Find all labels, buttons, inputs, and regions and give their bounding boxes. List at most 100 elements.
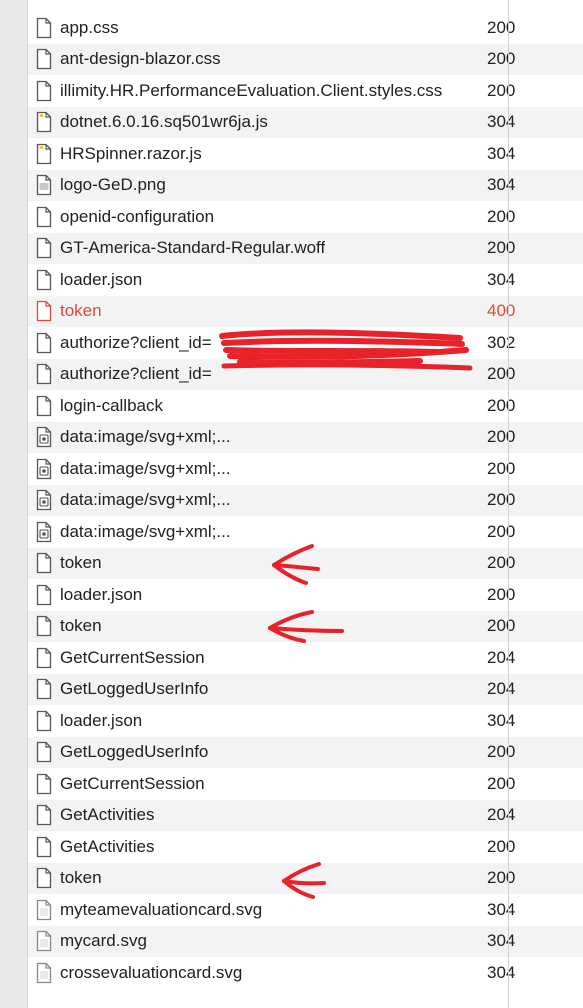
table-row[interactable]: data:image/svg+xml;... 200: [28, 484, 583, 516]
name-cell[interactable]: GetCurrentSession: [36, 642, 481, 673]
name-cell[interactable]: GetActivities: [36, 800, 481, 831]
name-cell[interactable]: token: [36, 296, 481, 327]
name-cell[interactable]: myteamevaluationcard.svg: [36, 894, 481, 925]
request-name: ant-design-blazor.css: [60, 49, 221, 68]
status-code: 200: [487, 773, 516, 793]
name-cell[interactable]: token: [36, 611, 481, 642]
name-cell[interactable]: authorize?client_id=: [36, 359, 481, 390]
name-cell[interactable]: loader.json: [36, 264, 481, 295]
file-icon: [36, 867, 52, 889]
table-row[interactable]: loader.json 200: [28, 579, 583, 610]
table-row[interactable]: loader.json 304: [28, 705, 583, 736]
svg-file-icon: [36, 458, 52, 479]
request-name: myteamevaluationcard.svg: [60, 899, 263, 919]
table-row[interactable]: GetLoggedUserInfo 200: [28, 736, 583, 768]
name-cell[interactable]: token: [36, 863, 481, 894]
table-row[interactable]: app.css 200: [28, 12, 583, 43]
request-name: GetActivities: [60, 836, 155, 856]
name-cell[interactable]: HRSpinner.razor.js: [36, 138, 481, 169]
request-name: data:image/svg+xml;...: [60, 490, 231, 509]
name-cell[interactable]: data:image/svg+xml;...: [36, 516, 481, 547]
status-code: 200: [487, 206, 516, 226]
status-code: 200: [487, 364, 516, 383]
name-cell[interactable]: app.css: [36, 12, 481, 43]
table-row[interactable]: openid-configuration 200: [28, 201, 583, 232]
network-request-table: app.css 200 ant-design-blazor.css 200 illimi…: [28, 0, 583, 1008]
table-row[interactable]: authorize?client_id= 200: [28, 358, 583, 390]
table-row[interactable]: GetCurrentSession 200: [28, 768, 583, 799]
name-cell[interactable]: token: [36, 548, 481, 579]
request-name: data:image/svg+xml;...: [60, 521, 231, 541]
table-row[interactable]: GT-America-Standard-Regular.woff 200: [28, 232, 583, 264]
name-cell[interactable]: loader.json: [36, 579, 481, 610]
svg-image-icon: [36, 899, 52, 920]
name-cell[interactable]: GetActivities: [36, 831, 481, 862]
status-code: 204: [487, 679, 516, 698]
table-row[interactable]: token 200: [28, 862, 583, 894]
name-cell[interactable]: loader.json: [36, 705, 481, 736]
name-cell[interactable]: login-callback: [36, 390, 481, 421]
name-cell[interactable]: ant-design-blazor.css: [36, 44, 481, 75]
table-row[interactable]: crossevaluationcard.svg 304: [28, 957, 583, 988]
table-row[interactable]: myteamevaluationcard.svg 304: [28, 894, 583, 925]
table-row[interactable]: data:image/svg+xml;... 200: [28, 453, 583, 484]
table-row[interactable]: GetLoggedUserInfo 204: [28, 673, 583, 705]
status-code: 200: [487, 553, 516, 572]
status-code: 200: [487, 49, 516, 68]
column-divider[interactable]: [508, 0, 509, 1008]
name-cell[interactable]: GT-America-Standard-Regular.woff: [36, 233, 481, 264]
status-code: 304: [487, 899, 516, 919]
name-cell[interactable]: GetLoggedUserInfo: [36, 674, 481, 705]
table-row[interactable]: GetActivities 200: [28, 831, 583, 862]
table-row[interactable]: token 400: [28, 295, 583, 327]
table-row[interactable]: loader.json 304: [28, 264, 583, 295]
script-file-icon: [36, 143, 52, 164]
name-cell[interactable]: mycard.svg: [36, 926, 481, 957]
name-cell[interactable]: logo-GeD.png: [36, 170, 481, 201]
file-icon: [36, 647, 52, 668]
table-row[interactable]: GetActivities 204: [28, 799, 583, 831]
table-row[interactable]: ant-design-blazor.css 200: [28, 43, 583, 75]
table-row[interactable]: login-callback 200: [28, 390, 583, 421]
name-cell[interactable]: data:image/svg+xml;...: [36, 453, 481, 484]
table-row[interactable]: HRSpinner.razor.js 304: [28, 138, 583, 169]
table-row[interactable]: GetCurrentSession 204: [28, 642, 583, 673]
file-icon: [36, 710, 52, 731]
name-cell[interactable]: openid-configuration: [36, 201, 481, 232]
request-name: illimity.HR.PerformanceEvaluation.Client…: [60, 80, 443, 100]
svg-file-icon: [36, 426, 52, 448]
request-name: loader.json: [60, 710, 143, 730]
table-row[interactable]: dotnet.6.0.16.sq501wr6ja.js 304: [28, 106, 583, 138]
status-code: 200: [487, 742, 516, 761]
name-cell[interactable]: data:image/svg+xml;...: [36, 422, 481, 453]
request-name: app.css: [60, 17, 119, 37]
name-cell[interactable]: crossevaluationcard.svg: [36, 957, 481, 988]
name-cell[interactable]: GetCurrentSession: [36, 768, 481, 799]
status-code: 400: [487, 301, 516, 320]
table-row[interactable]: authorize?client_id= 302: [28, 327, 583, 358]
name-cell[interactable]: GetLoggedUserInfo: [36, 737, 481, 768]
name-cell[interactable]: illimity.HR.PerformanceEvaluation.Client…: [36, 75, 481, 106]
table-row[interactable]: illimity.HR.PerformanceEvaluation.Client…: [28, 75, 583, 106]
status-code: 200: [487, 490, 516, 509]
table-row[interactable]: data:image/svg+xml;... 200: [28, 421, 583, 453]
name-cell[interactable]: data:image/svg+xml;...: [36, 485, 481, 516]
request-name: GetLoggedUserInfo: [60, 679, 209, 698]
table-row[interactable]: data:image/svg+xml;... 200: [28, 516, 583, 547]
name-cell[interactable]: authorize?client_id=: [36, 327, 481, 358]
request-name: token: [60, 553, 102, 572]
table-row[interactable]: token 200: [28, 610, 583, 642]
request-name: data:image/svg+xml;...: [60, 427, 231, 446]
status-code: 304: [487, 931, 516, 950]
table-row[interactable]: token 200: [28, 547, 583, 579]
name-cell[interactable]: dotnet.6.0.16.sq501wr6ja.js: [36, 107, 481, 138]
svg-file-icon: [36, 521, 52, 542]
status-code: 200: [487, 868, 516, 887]
request-name: GT-America-Standard-Regular.woff: [60, 238, 326, 257]
table-row[interactable]: logo-GeD.png 304: [28, 169, 583, 201]
file-icon: [36, 552, 52, 574]
table-row[interactable]: mycard.svg 304: [28, 925, 583, 957]
left-panel-edge: [0, 0, 28, 1008]
status-code: 302: [487, 332, 516, 352]
request-name: GetCurrentSession: [60, 647, 205, 667]
